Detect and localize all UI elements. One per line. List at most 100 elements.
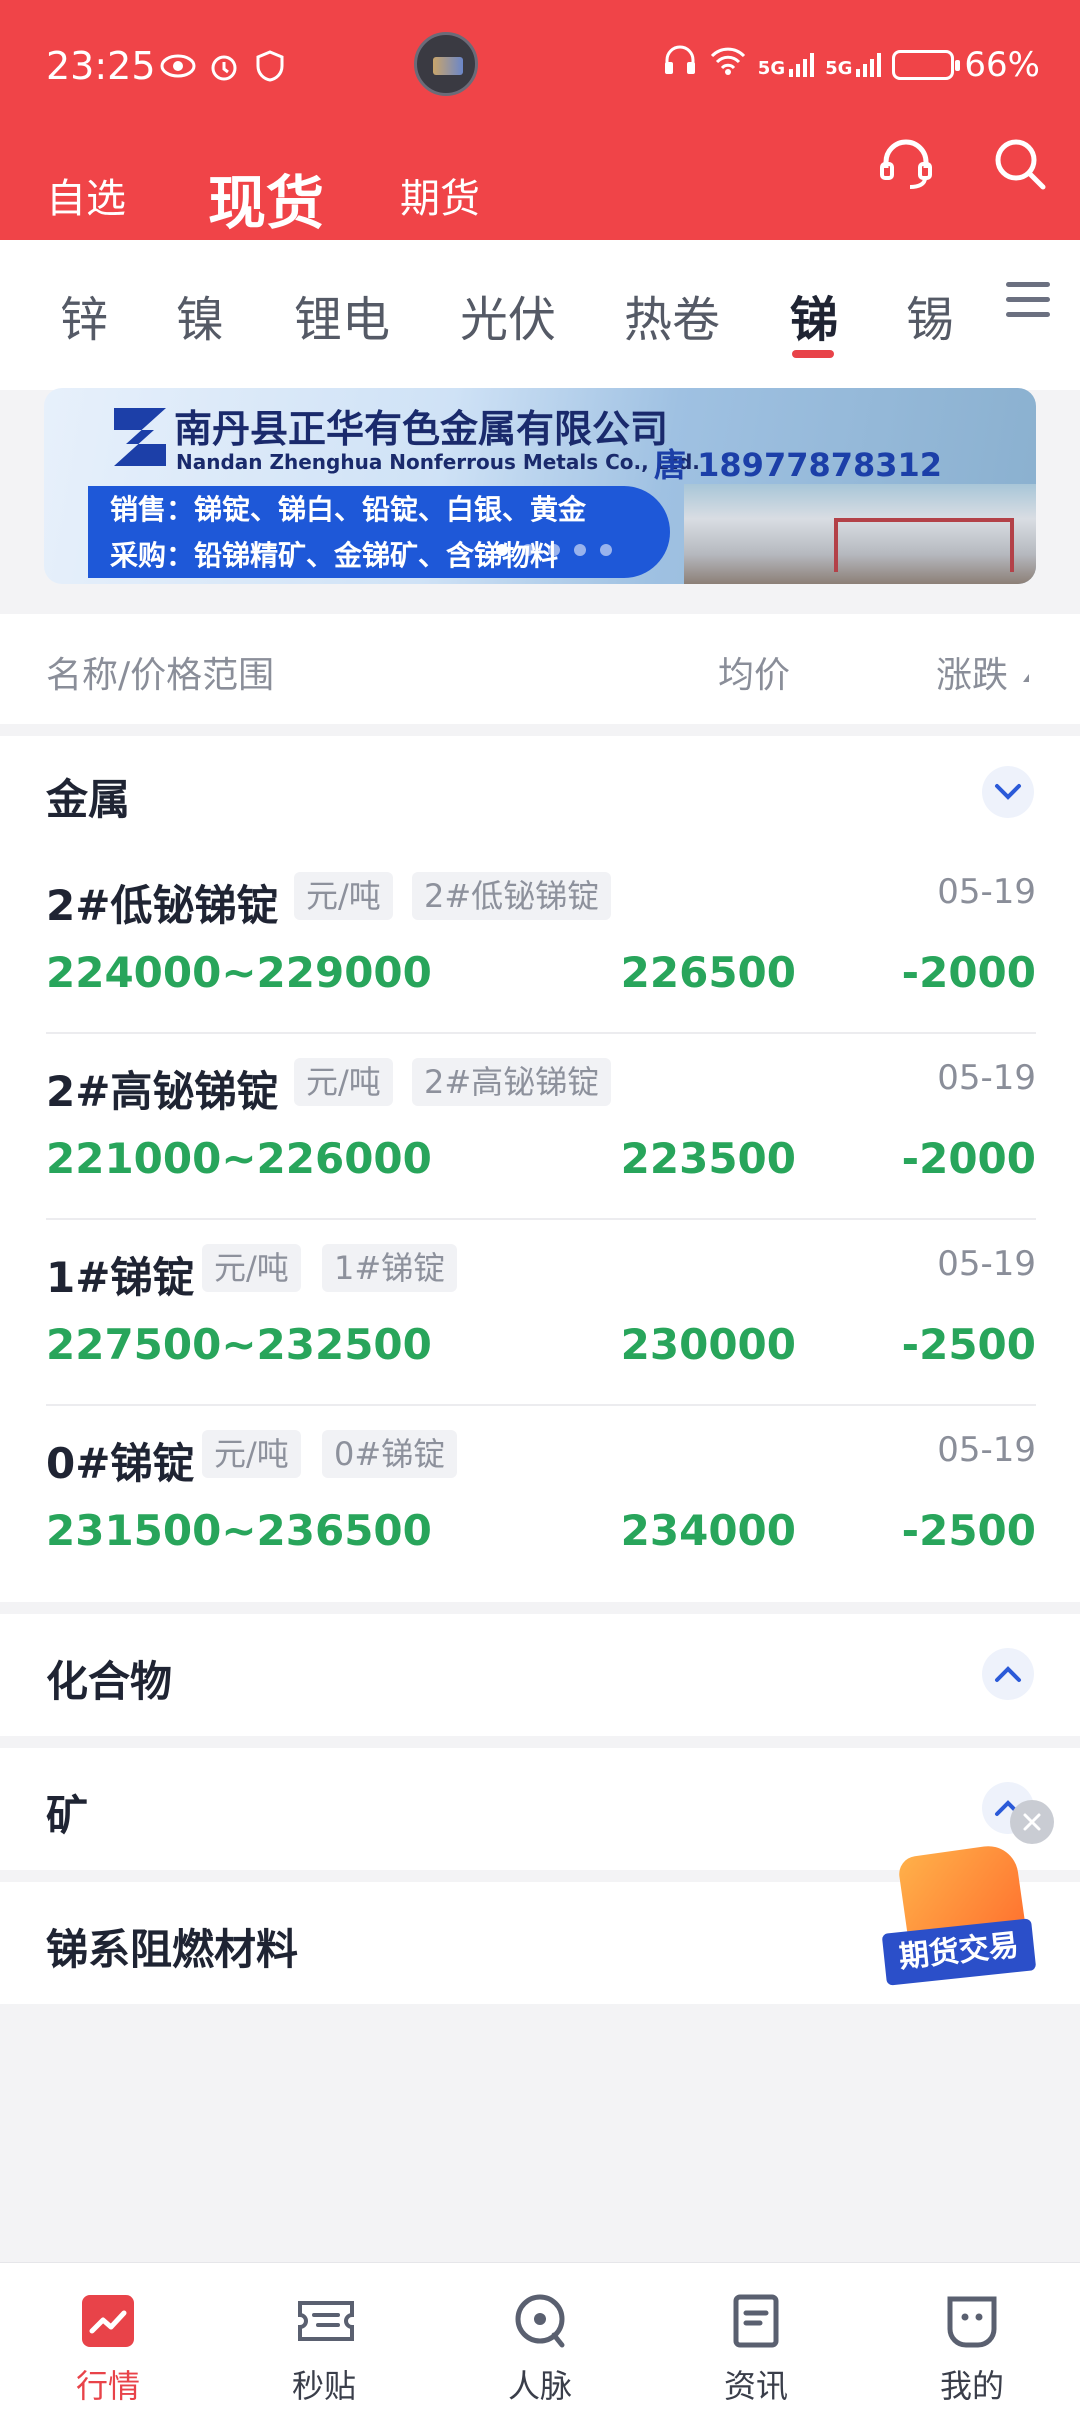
status-system-icons: 5G 5G 66% <box>662 44 1040 85</box>
price-range: 231500~236500 <box>46 1506 432 1555</box>
tab-lithium[interactable]: 锂电 <box>294 280 390 350</box>
price-date: 05-19 <box>937 1058 1036 1098</box>
spec-tag: 2#低铋锑锭 <box>412 872 612 920</box>
network-label-2: 5G <box>825 57 853 79</box>
futures-trading-label: 期货交易 <box>881 1918 1037 1986</box>
status-time: 23:25 <box>46 44 156 88</box>
section-title-flame-retardant: 锑系阻燃材料 <box>46 1925 299 1974</box>
price-row[interactable]: 2#高铋锑锭 元/吨 2#高铋锑锭 05-19 221000~226000 22… <box>46 1034 1036 1220</box>
tab-nickel[interactable]: 镍 <box>176 280 224 350</box>
nav-network[interactable]: 人脉 <box>460 2277 620 2407</box>
spec-tag: 0#锑锭 <box>322 1430 458 1478</box>
header-name-range: 名称/价格范围 <box>46 655 275 696</box>
futures-trading-badge[interactable]: 期货交易 <box>881 1842 1037 1990</box>
eye-icon <box>160 48 196 84</box>
average-price: 234000 <box>620 1506 796 1555</box>
tab-zinc[interactable]: 锌 <box>60 280 108 350</box>
section-compound[interactable]: 化合物 <box>0 1614 1080 1736</box>
price-change: -2500 <box>901 1506 1036 1555</box>
battery-icon <box>892 49 961 80</box>
active-tab-indicator <box>792 350 834 358</box>
alarm-icon <box>206 48 242 84</box>
section-title-metal: 金属 <box>46 775 131 824</box>
category-tabs: 锌 镍 锂电 光伏 热卷 锑 锡 <box>0 240 1080 390</box>
chevron-down-icon[interactable] <box>982 766 1034 818</box>
section-title-ore: 矿 <box>46 1791 89 1840</box>
section-title-compound: 化合物 <box>46 1657 173 1706</box>
tab-futures[interactable]: 期货 <box>400 166 480 224</box>
average-price: 226500 <box>620 948 796 997</box>
menu-icon[interactable] <box>1006 282 1050 318</box>
unit-tag: 元/吨 <box>294 1058 393 1106</box>
search-icon[interactable] <box>988 132 1052 196</box>
nav-label: 秒贴 <box>291 2367 356 2405</box>
signal-5g-icon-2: 5G <box>825 51 882 79</box>
header-average[interactable]: 均价 <box>718 646 790 698</box>
chevron-up-icon[interactable] <box>982 1648 1034 1700</box>
price-change: -2500 <box>901 1320 1036 1369</box>
price-date: 05-19 <box>937 1430 1036 1470</box>
banner-pagination <box>496 544 612 556</box>
price-row[interactable]: 0#锑锭 元/吨 0#锑锭 05-19 231500~236500 234000… <box>46 1406 1036 1592</box>
nav-market[interactable]: 行情 <box>28 2277 188 2407</box>
spec-tag: 1#锑锭 <box>322 1244 458 1292</box>
unit-tag: 元/吨 <box>294 872 393 920</box>
status-notification-icons <box>160 48 288 84</box>
banner-phone: 唐 18977878312 <box>654 446 943 484</box>
wifi-icon <box>708 44 748 85</box>
customer-service-icon[interactable] <box>874 132 938 196</box>
price-range: 224000~229000 <box>46 948 432 997</box>
unit-tag: 元/吨 <box>202 1430 301 1478</box>
product-name: 1#锑锭 <box>46 1253 195 1302</box>
floating-app-avatar[interactable] <box>414 32 478 96</box>
market-chart-icon <box>78 2291 138 2351</box>
tab-watchlist[interactable]: 自选 <box>46 166 126 224</box>
sort-icon[interactable] <box>1023 674 1029 682</box>
nav-profile[interactable]: 我的 <box>892 2277 1052 2407</box>
average-price: 230000 <box>620 1320 796 1369</box>
nav-label: 人脉 <box>507 2367 572 2405</box>
spec-tag: 2#高铋锑锭 <box>412 1058 612 1106</box>
unit-tag: 元/吨 <box>202 1244 301 1292</box>
news-document-icon <box>726 2291 786 2351</box>
ad-banner[interactable]: 南丹县正华有色金属有限公司 Nandan Zhenghua Nonferrous… <box>44 388 1036 584</box>
banner-gate-graphic <box>834 518 1014 572</box>
status-bar: 23:25 5G 5G 66% <box>0 0 1080 130</box>
banner-company-en: Nandan Zhenghua Nonferrous Metals Co., L… <box>176 450 700 474</box>
price-row[interactable]: 1#锑锭 元/吨 1#锑锭 05-19 227500~232500 230000… <box>46 1220 1036 1406</box>
company-logo <box>110 404 170 470</box>
ticket-icon <box>294 2291 354 2351</box>
average-price: 223500 <box>620 1134 796 1183</box>
tab-tin[interactable]: 锡 <box>906 280 954 350</box>
price-change: -2000 <box>901 948 1036 997</box>
price-date: 05-19 <box>937 872 1036 912</box>
shield-icon <box>252 48 288 84</box>
bottom-nav: 行情 秒贴 人脉 资讯 我的 <box>0 2262 1080 2412</box>
price-change: -2000 <box>901 1134 1036 1183</box>
banner-company-name: 南丹县正华有色金属有限公司 <box>174 407 669 451</box>
close-icon[interactable] <box>1010 1800 1054 1844</box>
tab-hot-coil[interactable]: 热卷 <box>624 280 720 350</box>
nav-label: 行情 <box>75 2367 140 2405</box>
price-row[interactable]: 2#低铋锑锭 元/吨 2#低铋锑锭 05-19 224000~229000 22… <box>46 848 1036 1034</box>
tab-antimony[interactable]: 锑 <box>790 280 838 350</box>
price-range: 221000~226000 <box>46 1134 432 1183</box>
product-name: 0#锑锭 <box>46 1439 195 1488</box>
nav-quick-post[interactable]: 秒贴 <box>244 2277 404 2407</box>
contacts-icon <box>510 2291 570 2351</box>
profile-face-icon <box>942 2291 1002 2351</box>
nav-news[interactable]: 资讯 <box>676 2277 836 2407</box>
tab-photovoltaic[interactable]: 光伏 <box>460 280 556 350</box>
tab-spot[interactable]: 现货 <box>208 156 324 240</box>
section-metal: 金属 2#低铋锑锭 元/吨 2#低铋锑锭 05-19 224000~229000… <box>0 736 1080 1602</box>
banner-buy-line: 采购：铅锑精矿、金锑矿、含锑物料 <box>110 539 559 572</box>
nav-label: 我的 <box>939 2367 1004 2405</box>
header-change[interactable]: 涨跌 <box>936 646 1008 698</box>
price-date: 05-19 <box>937 1244 1036 1284</box>
nav-label: 资讯 <box>723 2367 788 2405</box>
banner-sell-line: 销售：锑锭、锑白、铅锭、白银、黄金 <box>110 493 587 526</box>
product-name: 2#高铋锑锭 <box>46 1067 279 1116</box>
app-header: 23:25 5G 5G 66% 自选 现货 期货 <box>0 0 1080 240</box>
product-name: 2#低铋锑锭 <box>46 881 279 930</box>
list-header: 名称/价格范围 均价 涨跌 <box>0 614 1080 724</box>
